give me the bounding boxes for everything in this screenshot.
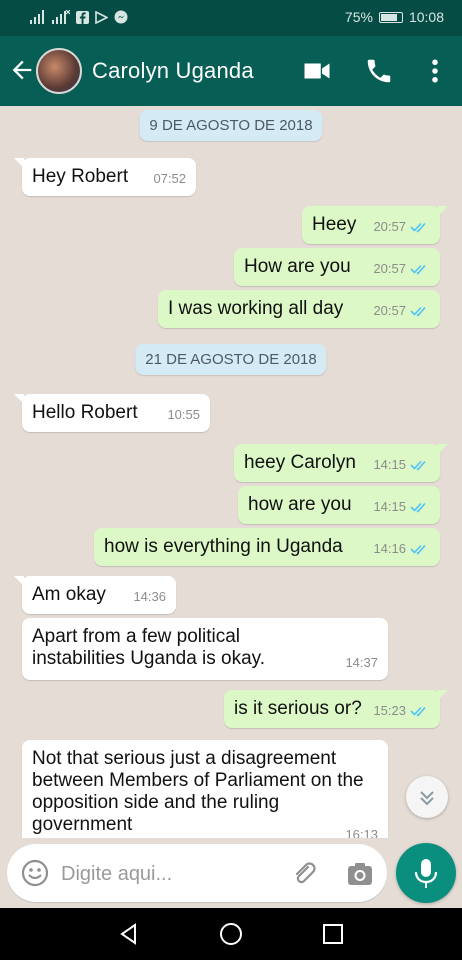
- message-time: 16:13: [345, 827, 378, 838]
- signal-x-icon: [52, 10, 70, 24]
- mic-button[interactable]: [396, 843, 456, 903]
- message-time: 14:15: [373, 499, 406, 514]
- more-vert-icon[interactable]: [420, 56, 450, 86]
- message-time: 20:57: [373, 303, 406, 318]
- chat-area[interactable]: 9 DE AGOSTO DE 2018 Hey Robert 07:52 Hee…: [0, 106, 462, 838]
- message-text: how are you: [248, 494, 352, 515]
- scroll-down-button[interactable]: [406, 776, 448, 818]
- message-meta: 07:52: [153, 168, 186, 190]
- clock: 10:08: [408, 9, 444, 25]
- message-meta: 14:15: [373, 496, 430, 518]
- message-outgoing[interactable]: is it serious or? 15:23: [224, 690, 448, 728]
- message-meta: 14:15: [373, 454, 430, 476]
- nav-back-icon[interactable]: [116, 921, 142, 947]
- message-time: 07:52: [153, 171, 186, 186]
- message-text: Heey: [312, 214, 357, 235]
- message-incoming[interactable]: Not that serious just a disagreement bet…: [22, 740, 388, 838]
- message-outgoing[interactable]: I was working all day 20:57: [158, 290, 440, 328]
- mic-icon: [414, 859, 438, 888]
- read-tick-icon: [410, 544, 426, 555]
- camera-icon[interactable]: [345, 859, 375, 889]
- phone-icon[interactable]: [364, 56, 394, 86]
- message-meta: 16:13: [345, 824, 378, 838]
- date-chip: 21 DE AGOSTO DE 2018: [135, 344, 327, 375]
- message-incoming[interactable]: Am okay 14:36: [14, 576, 176, 614]
- read-tick-icon: [410, 706, 426, 717]
- message-time: 20:57: [373, 261, 406, 276]
- message-time: 14:36: [133, 589, 166, 604]
- message-text: Am okay: [32, 584, 106, 605]
- read-tick-icon: [410, 502, 426, 513]
- message-outgoing[interactable]: heey Carolyn 14:15: [234, 444, 448, 482]
- messenger-icon: [114, 10, 128, 24]
- nav-recents-icon[interactable]: [320, 921, 346, 947]
- video-call-icon[interactable]: [302, 56, 332, 86]
- message-outgoing[interactable]: Heey 20:57: [302, 206, 448, 244]
- message-meta: 20:57: [373, 258, 430, 280]
- facebook-icon: [76, 10, 89, 24]
- message-time: 20:57: [373, 219, 406, 234]
- message-time: 15:23: [373, 703, 406, 718]
- avatar[interactable]: [36, 48, 82, 94]
- message-text: Hey Robert: [32, 166, 129, 187]
- message-meta: 15:23: [373, 700, 430, 722]
- message-text: is it serious or?: [234, 698, 362, 719]
- message-time: 14:15: [373, 457, 406, 472]
- message-text: Not that serious just a disagreement bet…: [32, 748, 364, 835]
- back-arrow-icon[interactable]: [8, 56, 36, 84]
- system-nav-bar: [0, 908, 462, 960]
- nav-home-icon[interactable]: [218, 921, 244, 947]
- battery-percent: 75%: [344, 9, 373, 25]
- message-time: 14:37: [345, 655, 378, 670]
- message-meta: 10:55: [167, 404, 200, 426]
- message-text: how is everything in Uganda: [104, 536, 343, 557]
- message-text: Apart from a few political instabilities…: [32, 626, 266, 669]
- message-meta: 20:57: [373, 216, 430, 238]
- compose-box: [7, 844, 387, 902]
- message-time: 14:16: [373, 541, 406, 556]
- read-tick-icon: [410, 222, 426, 233]
- message-outgoing[interactable]: How are you 20:57: [234, 248, 440, 286]
- emoji-icon[interactable]: [21, 859, 49, 887]
- compose-bar: [0, 838, 462, 908]
- read-tick-icon: [410, 306, 426, 317]
- attachment-icon[interactable]: [289, 859, 319, 889]
- status-bar: 75% 10:08: [0, 0, 462, 36]
- message-meta: 14:37: [345, 652, 378, 674]
- read-tick-icon: [410, 264, 426, 275]
- read-tick-icon: [410, 460, 426, 471]
- message-input[interactable]: [61, 860, 281, 888]
- message-meta: 20:57: [373, 300, 430, 322]
- double-chevron-down-icon: [420, 791, 434, 806]
- chat-header: Carolyn Uganda: [0, 36, 462, 106]
- contact-name[interactable]: Carolyn Uganda: [92, 58, 254, 84]
- message-outgoing[interactable]: how are you 14:15: [238, 486, 440, 524]
- battery-icon: [378, 11, 403, 23]
- message-outgoing[interactable]: how is everything in Uganda 14:16: [94, 528, 440, 566]
- message-time: 10:55: [167, 407, 200, 422]
- message-text: I was working all day: [168, 298, 344, 319]
- message-text: Hello Robert: [32, 402, 138, 423]
- message-text: heey Carolyn: [244, 452, 356, 473]
- message-incoming[interactable]: Hello Robert 10:55: [14, 394, 210, 432]
- date-chip: 9 DE AGOSTO DE 2018: [139, 110, 323, 141]
- message-meta: 14:36: [133, 586, 166, 608]
- status-left-icons: [30, 10, 128, 24]
- play-icon: [95, 10, 108, 24]
- message-incoming[interactable]: Apart from a few political instabilities…: [22, 618, 388, 680]
- message-meta: 14:16: [373, 538, 430, 560]
- message-text: How are you: [244, 256, 351, 277]
- status-right: 75% 10:08: [345, 9, 444, 25]
- message-incoming[interactable]: Hey Robert 07:52: [14, 158, 196, 196]
- signal-icon: [30, 10, 44, 24]
